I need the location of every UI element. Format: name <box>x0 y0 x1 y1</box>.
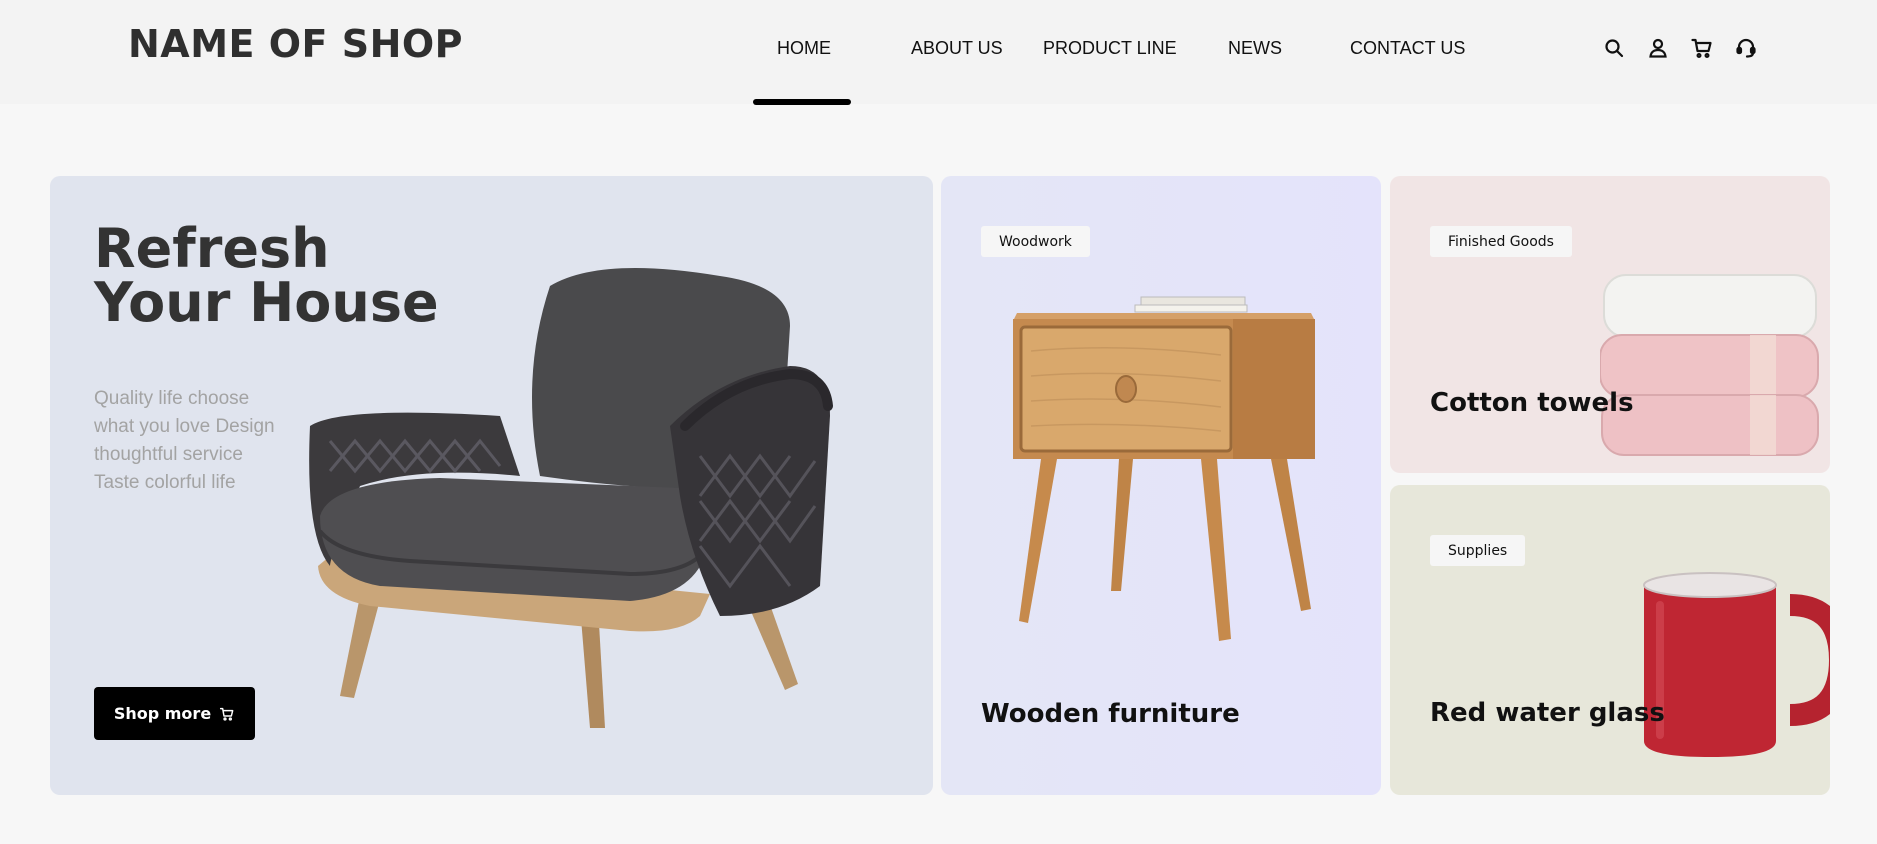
shop-logo[interactable]: NAME OF SHOP <box>128 22 463 66</box>
hero-banner: Refresh Your House Quality life choose w… <box>50 176 933 795</box>
red-mug-image <box>1643 572 1830 757</box>
hero-desc-line: Taste colorful life <box>94 472 236 493</box>
search-icon[interactable] <box>1602 36 1626 60</box>
hero-description: Quality life choose what you love Design… <box>94 385 275 497</box>
hero-desc-line: Quality life choose <box>94 388 250 409</box>
cotton-towels-card[interactable]: Finished Goods Cotton towels <box>1390 176 1830 473</box>
nav-about-us[interactable]: ABOUT US <box>911 38 1003 59</box>
shop-more-label: Shop more <box>113 704 212 723</box>
nightstand-image <box>1013 296 1315 641</box>
supplies-tag: Supplies <box>1430 535 1526 566</box>
headset-icon[interactable] <box>1734 36 1758 60</box>
user-icon[interactable] <box>1646 36 1670 60</box>
woodwork-tag: Woodwork <box>981 226 1090 257</box>
cart-icon <box>220 707 234 721</box>
red-water-glass-card[interactable]: Supplies Red water glass <box>1390 485 1830 795</box>
wooden-furniture-card[interactable]: Woodwork Wooden furniture <box>941 176 1381 795</box>
site-header: NAME OF SHOP HOME ABOUT US PRODUCT LINE … <box>0 0 1877 105</box>
nav-contact-us[interactable]: CONTACT US <box>1350 38 1465 59</box>
shop-more-button[interactable]: Shop more <box>94 687 255 740</box>
nav-home[interactable]: HOME <box>777 38 831 59</box>
finished-goods-tag: Finished Goods <box>1430 226 1572 257</box>
cart-icon[interactable] <box>1690 36 1714 60</box>
red-water-glass-title: Red water glass <box>1430 698 1665 728</box>
nav-active-indicator <box>753 99 851 105</box>
nav-news[interactable]: NEWS <box>1228 38 1282 59</box>
armchair-image <box>309 268 833 728</box>
hero-desc-line: thoughtful service <box>94 444 243 465</box>
nav-product-line[interactable]: PRODUCT LINE <box>1043 38 1177 59</box>
hero-desc-line: what you love Design <box>94 416 275 437</box>
wooden-furniture-title: Wooden furniture <box>981 699 1240 729</box>
cotton-towels-title: Cotton towels <box>1430 388 1634 418</box>
towels-image <box>1600 274 1819 456</box>
